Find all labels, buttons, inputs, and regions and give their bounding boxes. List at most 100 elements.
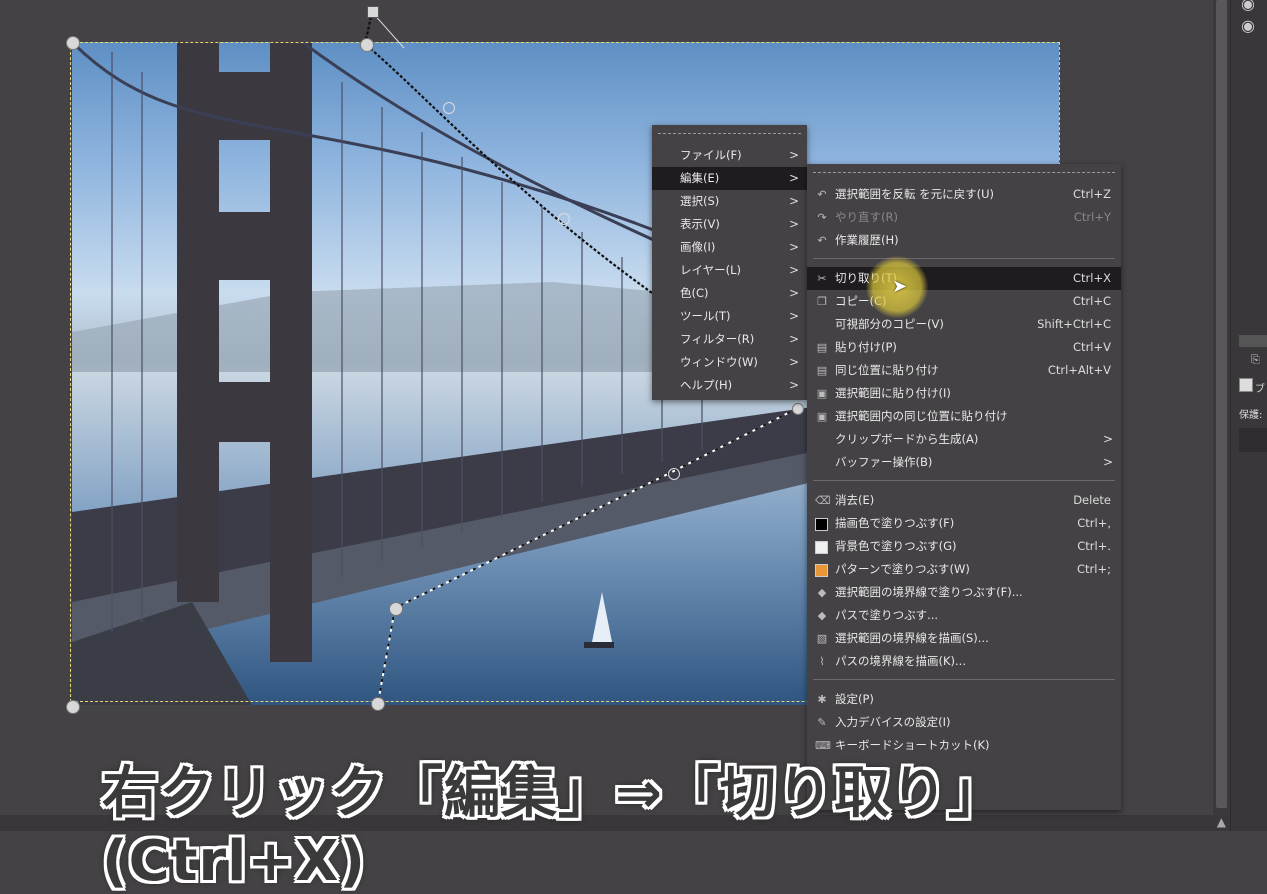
menu-item-paste[interactable]: ▤ 貼り付け(P) Ctrl+V	[807, 336, 1121, 359]
dock-label: ブ	[1255, 384, 1265, 395]
menu-item-preferences[interactable]: ✱ 設定(P)	[807, 688, 1121, 711]
menu-item-cut[interactable]: ✂ 切り取り(T) Ctrl+X	[807, 267, 1121, 290]
vertical-scroll-thumb[interactable]	[1216, 0, 1227, 808]
menu-item-paste-into[interactable]: ▣ 選択範囲に貼り付け(I)	[807, 382, 1121, 405]
path-anchor-handle[interactable]	[371, 697, 385, 711]
path-control-handle[interactable]	[367, 6, 379, 18]
menu-item-shortcut: Ctrl+X	[1073, 271, 1111, 285]
chevron-right-icon: >	[788, 194, 799, 208]
undo-icon: ↶	[817, 188, 827, 201]
path-control-handle[interactable]	[443, 102, 455, 114]
tearoff-line[interactable]	[813, 164, 1115, 173]
background-swatch-icon	[815, 541, 828, 554]
new-layer-icon[interactable]: ⎘	[1251, 353, 1260, 367]
history-icon: ↶	[817, 234, 827, 247]
menu-item-input-devices[interactable]: ✎ 入力デバイスの設定(I)	[807, 711, 1121, 734]
menu-item-image[interactable]: 画像(I) >	[652, 236, 807, 259]
path-anchor-handle[interactable]	[360, 38, 374, 52]
eraser-icon: ⌫	[815, 494, 831, 507]
path-anchor-handle[interactable]	[389, 602, 403, 616]
menu-item-shortcut: Ctrl+C	[1072, 294, 1111, 308]
input-device-icon: ✎	[817, 716, 827, 729]
menu-item-undo-history[interactable]: ↶ 作業履歴(H)	[807, 229, 1121, 252]
menu-item-paste-into-in-place[interactable]: ▣ 選択範囲内の同じ位置に貼り付け	[807, 405, 1121, 428]
menu-item-shortcut: Ctrl+;	[1077, 562, 1111, 576]
corner-handle[interactable]	[66, 36, 80, 50]
menu-item-edit[interactable]: 編集(E) >	[652, 167, 807, 190]
eye-icon[interactable]: ◉	[1241, 0, 1255, 13]
chevron-right-icon: >	[788, 378, 799, 392]
corner-handle[interactable]	[66, 700, 80, 714]
chevron-right-icon: >	[788, 148, 799, 162]
menu-item-label: 設定(P)	[835, 692, 874, 706]
path-control-handle[interactable]	[668, 468, 680, 480]
menu-item-label: 選択範囲の境界線を描画(S)...	[835, 631, 989, 645]
menu-item-windows[interactable]: ウィンドウ(W) >	[652, 351, 807, 374]
menu-item-redo[interactable]: ↷ やり直す(R) Ctrl+Y	[807, 206, 1121, 229]
menu-item-label: ファイル(F)	[680, 148, 742, 162]
menu-item-label: クリップボードから生成(A)	[835, 432, 979, 446]
menu-item-label: 入力デバイスの設定(I)	[835, 715, 951, 729]
tutorial-caption: 右クリック「編集」⇒「切り取り」(Ctrl+X)	[102, 761, 1005, 894]
stroke-path-icon: ⌇	[819, 655, 825, 668]
menu-item-copy-visible[interactable]: 可視部分のコピー(V) Shift+Ctrl+C	[807, 313, 1121, 336]
right-dock-panel: ◉ ◉ ⎘ ブ 保護:	[1230, 0, 1267, 831]
context-menu: ファイル(F) > 編集(E) > 選択(S) > 表示(V) > 画像(I) > レイヤ…	[652, 125, 807, 400]
menu-item-stroke-path[interactable]: ⌇ パスの境界線を描画(K)...	[807, 650, 1121, 673]
menu-item-label: ウィンドウ(W)	[680, 355, 758, 369]
menu-item-shortcut: Ctrl+V	[1073, 340, 1111, 354]
menu-item-label: 選択範囲を反転 を元に戻す(U)	[835, 187, 995, 201]
eye-icon[interactable]: ◉	[1241, 16, 1255, 35]
mode-icon[interactable]	[1239, 378, 1253, 392]
chevron-right-icon: >	[1102, 455, 1113, 469]
menu-item-label: 選択範囲に貼り付け(I)	[835, 386, 951, 400]
menu-item-select[interactable]: 選択(S) >	[652, 190, 807, 213]
scissors-icon: ✂	[817, 272, 827, 285]
menu-item-view[interactable]: 表示(V) >	[652, 213, 807, 236]
menu-item-filters[interactable]: フィルター(R) >	[652, 328, 807, 351]
chevron-right-icon: >	[788, 171, 799, 185]
foreground-swatch-icon	[815, 518, 828, 531]
menu-item-file[interactable]: ファイル(F) >	[652, 144, 807, 167]
menu-item-label: 編集(E)	[680, 171, 720, 185]
menu-item-paste-in-place[interactable]: ▤ 同じ位置に貼り付け Ctrl+Alt+V	[807, 359, 1121, 382]
menu-item-fill-fg[interactable]: 描画色で塗りつぶす(F) Ctrl+,	[807, 512, 1121, 535]
menu-item-copy[interactable]: ❐ コピー(C) Ctrl+C	[807, 290, 1121, 313]
dock-field[interactable]	[1239, 428, 1267, 452]
menu-item-layer[interactable]: レイヤー(L) >	[652, 259, 807, 282]
menu-item-color[interactable]: 色(C) >	[652, 282, 807, 305]
menu-item-shortcut: Ctrl+Alt+V	[1047, 363, 1111, 377]
stroke-selection-icon: ▧	[816, 632, 828, 645]
protect-label: 保護:	[1239, 410, 1263, 421]
menu-item-undo[interactable]: ↶ 選択範囲を反転 を元に戻す(U) Ctrl+Z	[807, 183, 1121, 206]
menu-item-fill-selection[interactable]: ◆ 選択範囲の境界線で塗りつぶす(F)...	[807, 581, 1121, 604]
path-control-handle[interactable]	[558, 213, 570, 225]
menu-item-buffer[interactable]: バッファー操作(B) >	[807, 451, 1121, 474]
menu-item-paste-as[interactable]: クリップボードから生成(A) >	[807, 428, 1121, 451]
menu-item-shortcut: Shift+Ctrl+C	[1037, 317, 1111, 331]
clipboard-icon: ▤	[816, 364, 828, 377]
menu-item-label: パターンで塗りつぶす(W)	[835, 562, 970, 576]
mouse-pointer-icon: ➤	[892, 276, 908, 297]
menu-item-fill-bg[interactable]: 背景色で塗りつぶす(G) Ctrl+.	[807, 535, 1121, 558]
menu-item-stroke-selection[interactable]: ▧ 選択範囲の境界線を描画(S)...	[807, 627, 1121, 650]
menu-item-label: 描画色で塗りつぶす(F)	[835, 516, 955, 530]
dock-tab[interactable]	[1239, 335, 1267, 347]
menu-item-help[interactable]: ヘルプ(H) >	[652, 374, 807, 397]
chevron-right-icon: >	[788, 263, 799, 277]
menu-item-shortcut: Delete	[1073, 493, 1111, 507]
paste-into-icon: ▣	[816, 387, 828, 400]
menu-item-label: やり直す(R)	[835, 210, 898, 224]
menu-item-label: 色(C)	[680, 286, 709, 300]
menu-item-fill-pattern[interactable]: パターンで塗りつぶす(W) Ctrl+;	[807, 558, 1121, 581]
tearoff-line[interactable]	[658, 125, 801, 134]
menu-item-label: レイヤー(L)	[680, 263, 742, 277]
menu-item-label: 選択範囲の境界線で塗りつぶす(F)...	[835, 585, 1023, 599]
menu-item-label: 可視部分のコピー(V)	[835, 317, 944, 331]
paste-into-icon: ▣	[816, 410, 828, 423]
path-anchor-handle[interactable]	[792, 403, 804, 415]
menu-item-label: 作業履歴(H)	[835, 233, 899, 247]
menu-item-fill-path[interactable]: ◆ パスで塗りつぶす...	[807, 604, 1121, 627]
menu-item-tools[interactable]: ツール(T) >	[652, 305, 807, 328]
menu-item-clear[interactable]: ⌫ 消去(E) Delete	[807, 489, 1121, 512]
